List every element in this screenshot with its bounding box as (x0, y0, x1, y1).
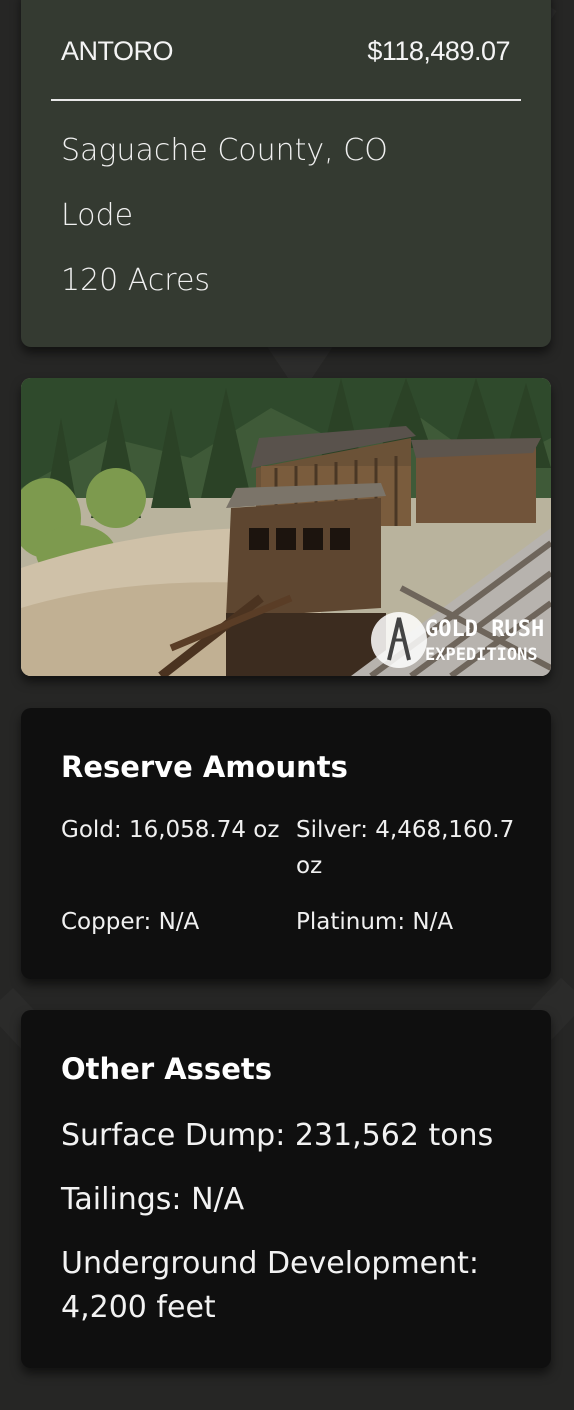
asset-underground-development: Underground Development: 4,200 feet (61, 1246, 480, 1325)
property-summary-card[interactable]: ANTORO $118,489.07 Saguache County, CO L… (21, 0, 551, 347)
watermark-logo (371, 612, 427, 668)
property-name: ANTORO (61, 36, 174, 66)
reserve-amounts-title: Reserve Amounts (61, 750, 348, 784)
reserve-copper: Copper: N/A (61, 909, 200, 935)
property-acreage: 120 Acres (61, 263, 211, 298)
reserve-silver: Silver: 4,468,160.7 oz (296, 817, 515, 879)
property-price: $118,489.07 (367, 36, 510, 66)
reserve-amounts-card: Reserve Amounts Gold: 16,058.74 oz Silve… (21, 708, 551, 979)
watermark-line2: EXPEDITIONS (425, 645, 538, 665)
reserve-grid: Gold: 16,058.74 oz Silver: 4,468,160.7 o… (61, 812, 531, 940)
property-location: Saguache County, CO (61, 133, 388, 168)
property-claim-type: Lode (61, 198, 134, 233)
other-assets-card: Other Assets Surface Dump: 231,562 tons … (21, 1010, 551, 1368)
property-header: ANTORO $118,489.07 (61, 36, 510, 67)
reserve-platinum: Platinum: N/A (296, 909, 454, 935)
header-divider (51, 99, 521, 101)
asset-tailings: Tailings: N/A (61, 1182, 245, 1217)
other-assets-title: Other Assets (61, 1052, 272, 1086)
mine-photo-image: GOLD RUSH EXPEDITIONS (21, 378, 551, 676)
watermark-line1: GOLD RUSH (425, 617, 544, 642)
property-photo[interactable]: GOLD RUSH EXPEDITIONS (21, 378, 551, 676)
asset-surface-dump: Surface Dump: 231,562 tons (61, 1118, 494, 1153)
reserve-gold: Gold: 16,058.74 oz (61, 817, 280, 843)
